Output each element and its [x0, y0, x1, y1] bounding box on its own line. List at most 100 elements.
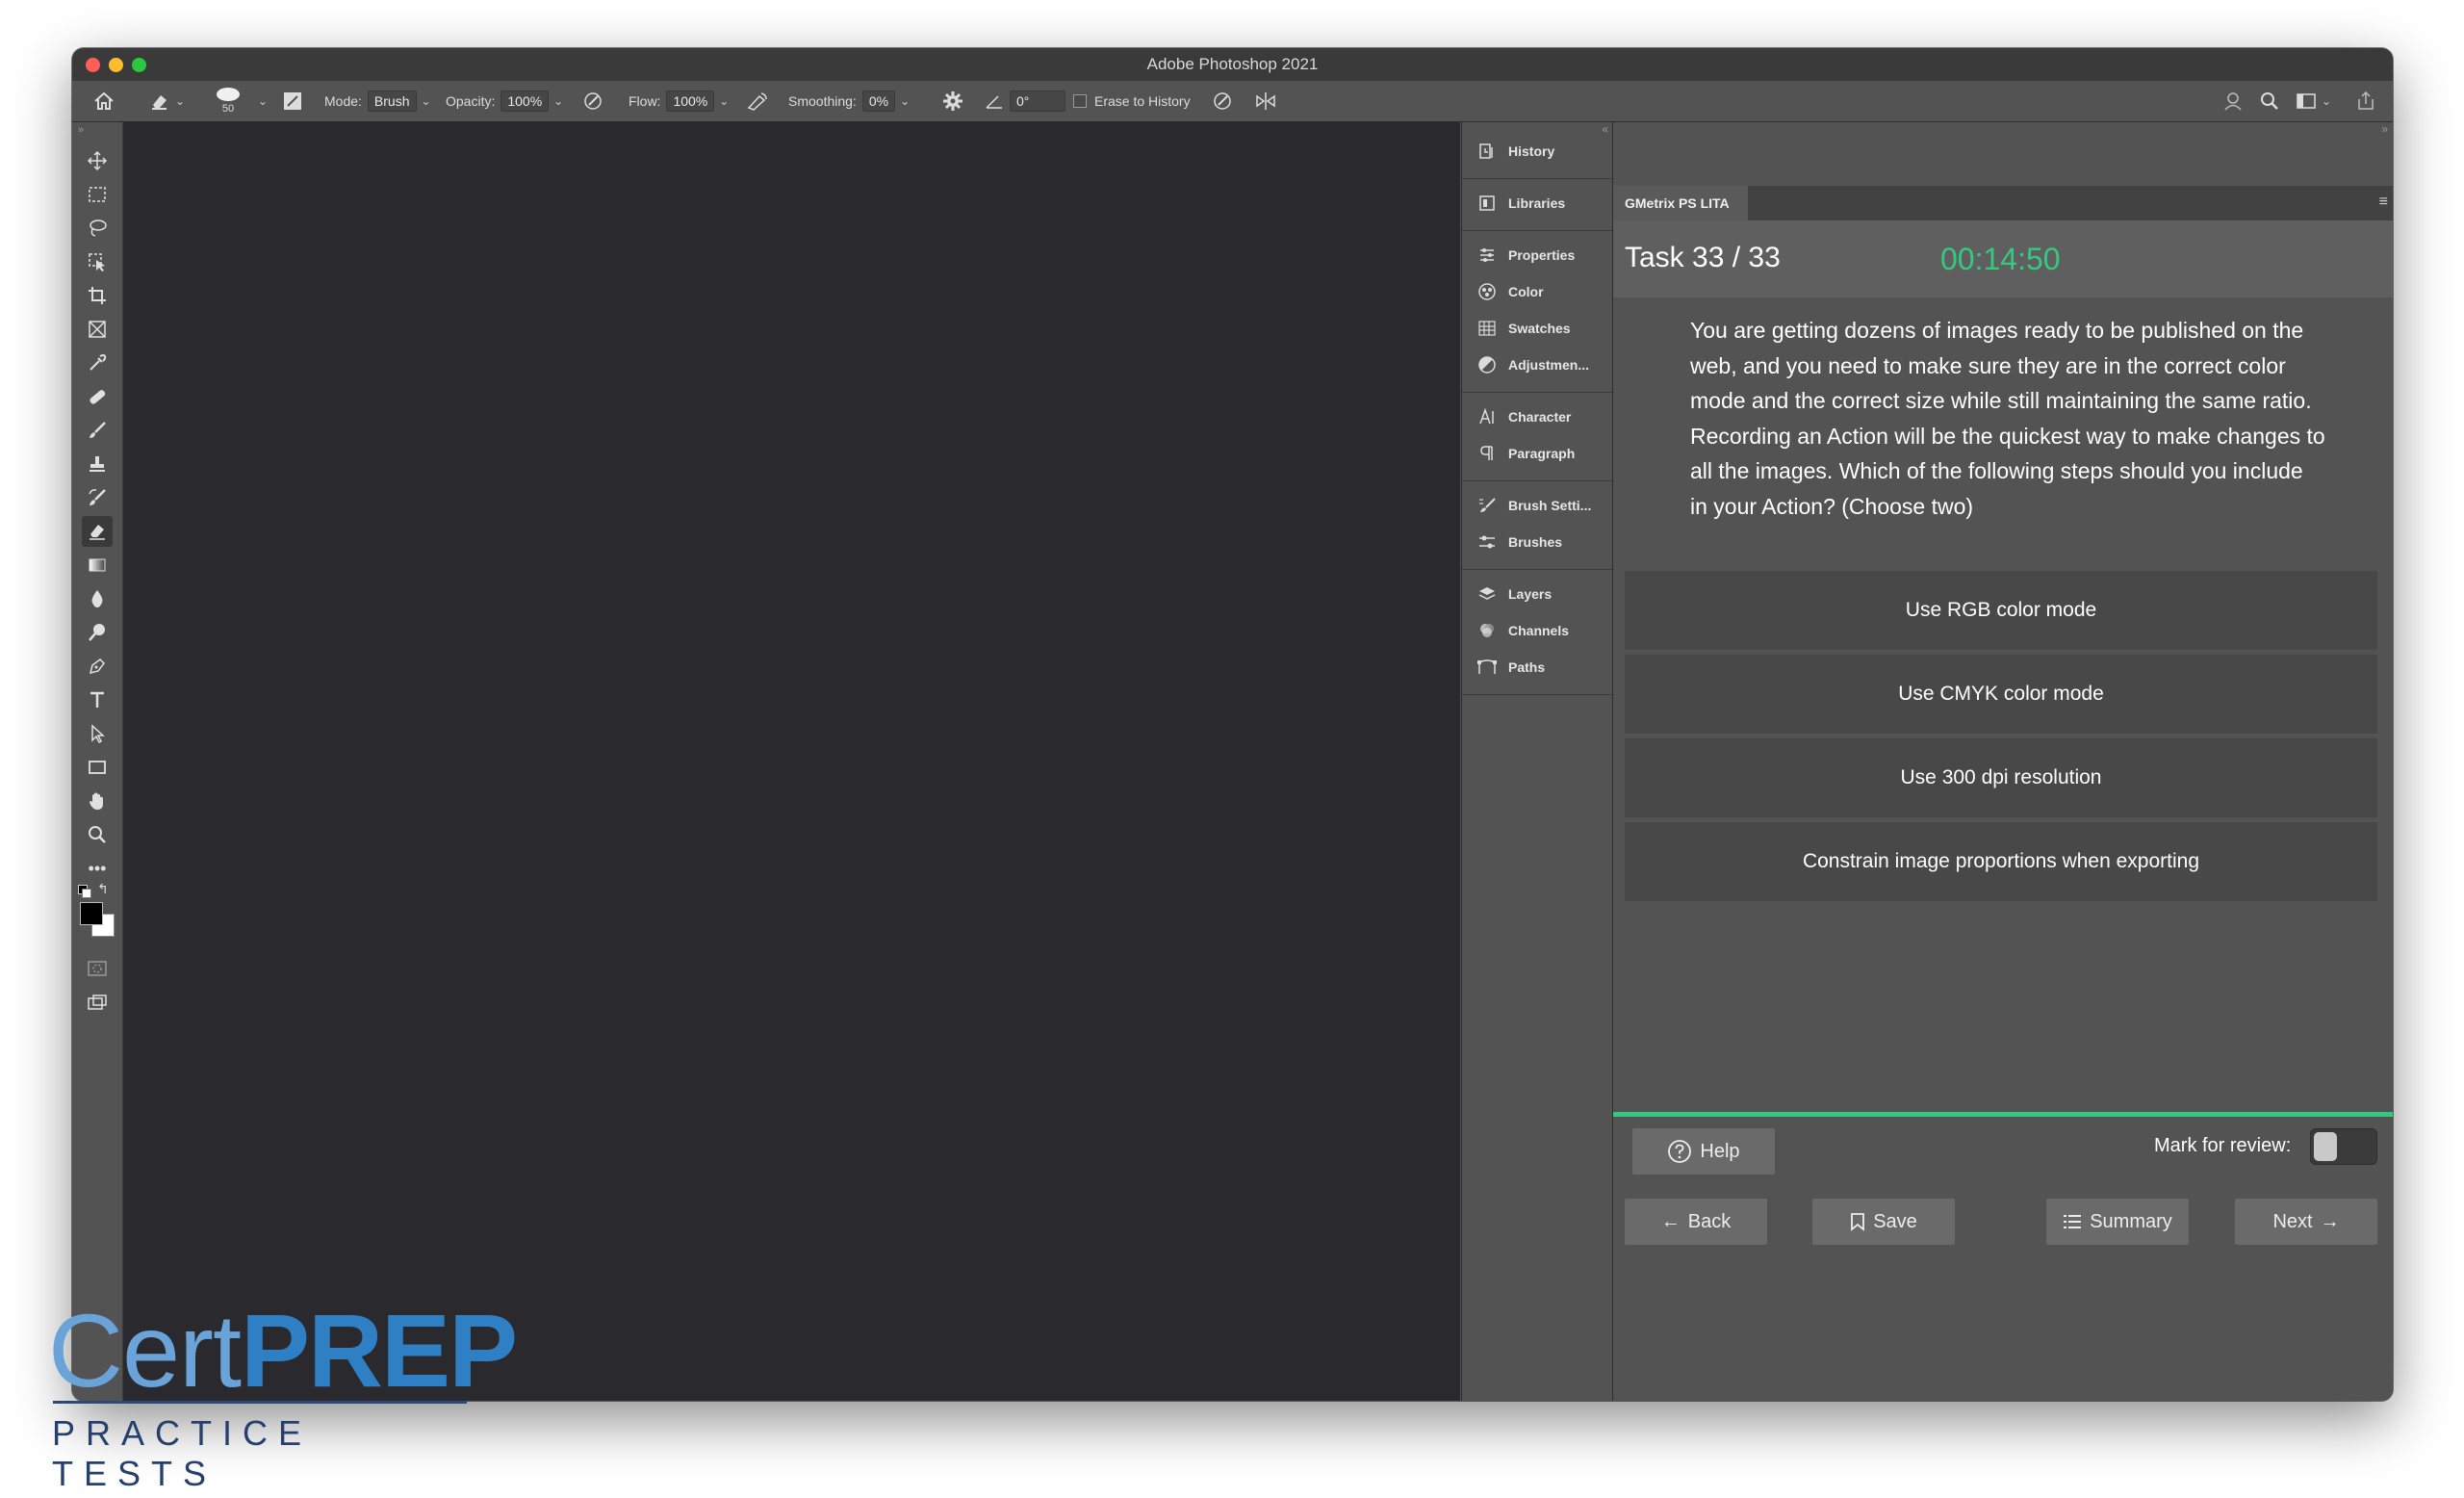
panel-menu-icon[interactable]: ≡ [2379, 194, 2388, 211]
eraser-tool-preset-icon[interactable]: ⌄ [149, 81, 185, 121]
logo-prep-text: PREP [241, 1292, 518, 1408]
answer-option[interactable]: Use 300 dpi resolution [1625, 738, 2377, 817]
type-tool-icon[interactable] [82, 684, 113, 715]
workspace-icon[interactable]: ⌄ [2296, 81, 2331, 121]
screen-mode-icon[interactable] [82, 987, 113, 1018]
crop-tool-icon[interactable] [82, 280, 113, 311]
angle-icon [985, 92, 1004, 110]
opacity-control[interactable]: Opacity: 100% ⌄ [446, 81, 563, 121]
mode-select[interactable]: Brush [367, 90, 417, 112]
clone-stamp-tool-icon[interactable] [82, 449, 113, 479]
dock-item-label: Libraries [1508, 195, 1566, 211]
dock-item-libraries[interactable]: Libraries [1462, 186, 1612, 220]
history-brush-tool-icon[interactable] [82, 482, 113, 513]
angle-control[interactable]: 0° [985, 81, 1065, 121]
accent-divider [1613, 1112, 2393, 1117]
answer-option[interactable]: Use CMYK color mode [1625, 655, 2377, 734]
gradient-tool-icon[interactable] [82, 550, 113, 581]
brush-settings-toggle-icon[interactable] [282, 81, 303, 121]
summary-button[interactable]: Summary [2046, 1199, 2189, 1245]
timer: 00:14:50 [1940, 242, 2061, 276]
back-button[interactable]: ← Back [1625, 1199, 1767, 1245]
flow-control[interactable]: Flow: 100% ⌄ [629, 81, 729, 121]
next-button[interactable]: Next → [2235, 1199, 2377, 1245]
dock-item-history[interactable]: History [1462, 134, 1612, 168]
eyedropper-tool-icon[interactable] [82, 348, 113, 378]
dock-item-color[interactable]: Color [1462, 274, 1612, 309]
symmetry-icon[interactable] [1254, 81, 1277, 121]
share-icon[interactable] [2355, 81, 2376, 121]
dock-item-label: Properties [1508, 247, 1576, 263]
canvas-area[interactable] [123, 122, 1460, 1401]
mode-control[interactable]: Mode: Brush ⌄ [324, 81, 431, 121]
dock-item-label: Brush Setti... [1508, 498, 1592, 513]
marquee-tool-icon[interactable] [82, 179, 113, 210]
angle-input[interactable]: 0° [1010, 90, 1065, 112]
move-tool-icon[interactable] [82, 145, 113, 176]
pressure-size-icon[interactable] [1212, 81, 1233, 121]
dock-item-label: Paragraph [1508, 446, 1576, 461]
pen-tool-icon[interactable] [82, 651, 113, 682]
dock-item-adjustments[interactable]: Adjustmen... [1462, 348, 1612, 382]
dock-item-character[interactable]: Character [1462, 400, 1612, 434]
eraser-tool-icon[interactable] [82, 516, 113, 547]
user-icon[interactable] [2222, 81, 2244, 121]
save-button[interactable]: Save [1812, 1199, 1955, 1245]
dock-item-brushes[interactable]: Brushes [1462, 525, 1612, 559]
expand-toolbar-icon[interactable]: » [78, 124, 84, 136]
dock-item-swatches[interactable]: Swatches [1462, 311, 1612, 346]
mark-for-review-label: Mark for review: [2154, 1135, 2292, 1156]
flow-input[interactable]: 100% [666, 90, 715, 112]
dock-item-paths[interactable]: Paths [1462, 650, 1612, 684]
answer-option[interactable]: Use RGB color mode [1625, 571, 2377, 650]
lasso-tool-icon[interactable] [82, 213, 113, 244]
expand-panel-icon[interactable]: » [2381, 122, 2388, 136]
dock-item-channels[interactable]: Channels [1462, 613, 1612, 648]
airbrush-icon[interactable] [746, 81, 769, 121]
healing-brush-tool-icon[interactable] [82, 381, 113, 412]
divider [1462, 230, 1612, 231]
mark-for-review-toggle[interactable] [2310, 1128, 2377, 1165]
dock-item-brush-settings[interactable]: Brush Setti... [1462, 488, 1612, 523]
search-icon[interactable] [2259, 81, 2280, 121]
erase-to-history-control[interactable]: Erase to History [1073, 81, 1191, 121]
quick-mask-icon[interactable] [82, 953, 113, 984]
logo-subtitle: PRACTICE TESTS [52, 1413, 313, 1493]
dock-item-properties[interactable]: Properties [1462, 238, 1612, 272]
rectangle-tool-icon[interactable] [82, 752, 113, 783]
dodge-tool-icon[interactable] [82, 617, 113, 648]
foreground-color-swatch[interactable] [80, 902, 103, 925]
path-selection-tool-icon[interactable] [82, 718, 113, 749]
hand-tool-icon[interactable] [82, 786, 113, 816]
gear-icon[interactable] [942, 81, 963, 121]
smoothing-input[interactable]: 0% [861, 90, 896, 112]
smoothing-control[interactable]: Smoothing: 0% ⌄ [788, 81, 910, 121]
opacity-input[interactable]: 100% [500, 90, 550, 112]
pressure-opacity-icon[interactable] [582, 81, 603, 121]
question-text: You are getting dozens of images ready t… [1690, 318, 2325, 519]
libraries-icon [1474, 194, 1501, 213]
dock-item-layers[interactable]: Layers [1462, 577, 1612, 611]
home-icon[interactable] [93, 81, 115, 121]
title-bar: Adobe Photoshop 2021 [72, 48, 2393, 82]
more-tools-icon[interactable]: ••• [82, 853, 113, 884]
brush-tool-icon[interactable] [82, 415, 113, 446]
dock-item-label: Color [1508, 284, 1544, 299]
erase-to-history-checkbox[interactable] [1073, 94, 1087, 108]
help-button[interactable]: Help [1632, 1128, 1775, 1175]
brush-preset-picker[interactable]: 50 [217, 81, 240, 121]
object-selection-tool-icon[interactable] [82, 246, 113, 277]
dock-item-label: Brushes [1508, 534, 1563, 550]
answer-option[interactable]: Constrain image proportions when exporti… [1625, 822, 2377, 901]
dock-item-paragraph[interactable]: Paragraph [1462, 436, 1612, 471]
adjustments-icon [1474, 355, 1501, 374]
zoom-tool-icon[interactable] [82, 819, 113, 850]
tab-gmetrix[interactable]: GMetrix PS LITA [1613, 186, 1748, 220]
default-colors-icon[interactable] [78, 885, 91, 898]
blur-tool-icon[interactable] [82, 583, 113, 614]
frame-tool-icon[interactable] [82, 314, 113, 345]
mode-label: Mode: [324, 93, 362, 109]
opacity-label: Opacity: [446, 93, 496, 109]
chevron-down-icon[interactable]: ⌄ [253, 81, 268, 121]
swap-colors-icon[interactable]: ↰ [97, 881, 109, 897]
